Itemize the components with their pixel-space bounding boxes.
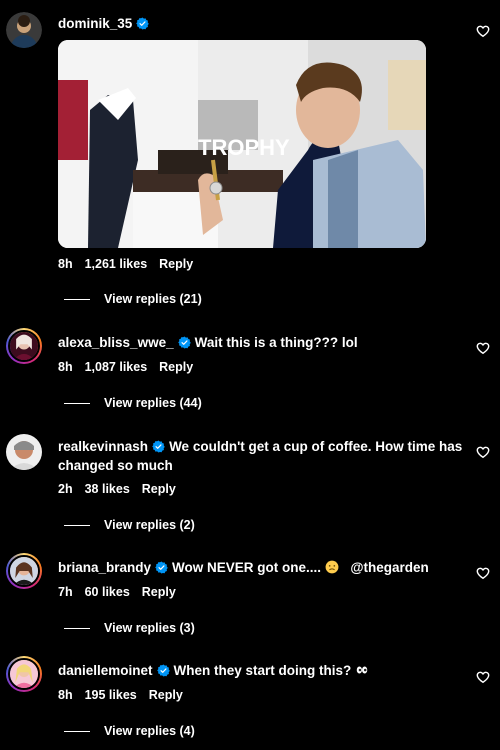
reply-button[interactable]: Reply (142, 482, 176, 496)
verified-badge-icon (136, 17, 150, 30)
comment-time: 2h (58, 482, 73, 496)
view-replies-label: View replies (44) (104, 396, 202, 410)
heart-icon[interactable] (476, 566, 490, 580)
divider (64, 402, 90, 404)
avatar[interactable] (6, 328, 42, 364)
view-replies-button[interactable]: View replies (3) (64, 621, 195, 635)
comment-line: daniellemoinet When they start doing this… (58, 661, 464, 680)
avatar[interactable] (6, 553, 42, 589)
reply-button[interactable]: Reply (149, 688, 183, 702)
heart-icon[interactable] (476, 24, 490, 38)
username[interactable]: alexa_bliss_wwe_ (58, 335, 174, 350)
divider (64, 627, 90, 629)
comment-line: realkevinnash We couldn't get a cup of co… (58, 437, 464, 475)
verified-badge-icon (155, 561, 168, 574)
divider (64, 298, 90, 300)
comment-meta: 8h 1,261 likes Reply (58, 257, 205, 271)
view-replies-button[interactable]: View replies (4) (64, 724, 195, 738)
reply-button[interactable]: Reply (142, 585, 176, 599)
verified-badge-icon (177, 336, 191, 349)
like-count[interactable]: 60 likes (85, 585, 130, 599)
verified-badge-icon (152, 440, 165, 453)
avatar[interactable] (6, 434, 42, 470)
view-replies-label: View replies (3) (104, 621, 195, 635)
username[interactable]: realkevinnash (58, 439, 148, 454)
avatar[interactable] (6, 12, 42, 48)
comment-text: Wait this is a thing??? lol (194, 335, 358, 350)
username[interactable]: daniellemoinet (58, 663, 153, 678)
comment-time: 8h (58, 688, 73, 702)
heart-icon[interactable] (476, 341, 490, 355)
comment-meta: 8h 195 likes Reply (58, 688, 195, 702)
username[interactable]: briana_brandy (58, 560, 151, 575)
disappointed-face-emoji (325, 560, 339, 574)
comment-meta: 7h 60 likes Reply (58, 585, 188, 599)
like-count[interactable]: 1,087 likes (85, 360, 148, 374)
comment-time: 8h (58, 257, 73, 271)
like-count[interactable]: 38 likes (85, 482, 130, 496)
divider (64, 524, 90, 526)
comment-meta: 8h 1,087 likes Reply (58, 360, 205, 374)
comment-time: 7h (58, 585, 73, 599)
verified-badge-icon (156, 664, 170, 677)
mention-link[interactable]: @thegarden (350, 560, 428, 575)
heart-icon[interactable] (476, 670, 490, 684)
comment-time: 8h (58, 360, 73, 374)
view-replies-label: View replies (21) (104, 292, 202, 306)
view-replies-button[interactable]: View replies (44) (64, 396, 202, 410)
eyes-emoji (357, 666, 368, 674)
view-replies-label: View replies (4) (104, 724, 195, 738)
like-count[interactable]: 195 likes (85, 688, 137, 702)
avatar[interactable] (6, 656, 42, 692)
comment-line: briana_brandy Wow NEVER got one.... @theg… (58, 558, 464, 577)
reply-button[interactable]: Reply (159, 257, 193, 271)
divider (64, 730, 90, 732)
comment-meta: 2h 38 likes Reply (58, 482, 188, 496)
media-overlay-text: TROPHY (198, 135, 290, 160)
heart-icon[interactable] (476, 445, 490, 459)
username[interactable]: dominik_35 (58, 16, 132, 31)
view-replies-label: View replies (2) (104, 518, 195, 532)
comment-text: Wow NEVER got one.... (172, 560, 322, 575)
comment-media-image[interactable]: TROPHY (58, 40, 426, 248)
reply-button[interactable]: Reply (159, 360, 193, 374)
comment-line: alexa_bliss_wwe_ Wait this is a thing??? … (58, 333, 464, 352)
like-count[interactable]: 1,261 likes (85, 257, 148, 271)
view-replies-button[interactable]: View replies (2) (64, 518, 195, 532)
comment-line: dominik_35 (58, 14, 464, 33)
comment-text: When they start doing this? (173, 663, 352, 678)
view-replies-button[interactable]: View replies (21) (64, 292, 202, 306)
